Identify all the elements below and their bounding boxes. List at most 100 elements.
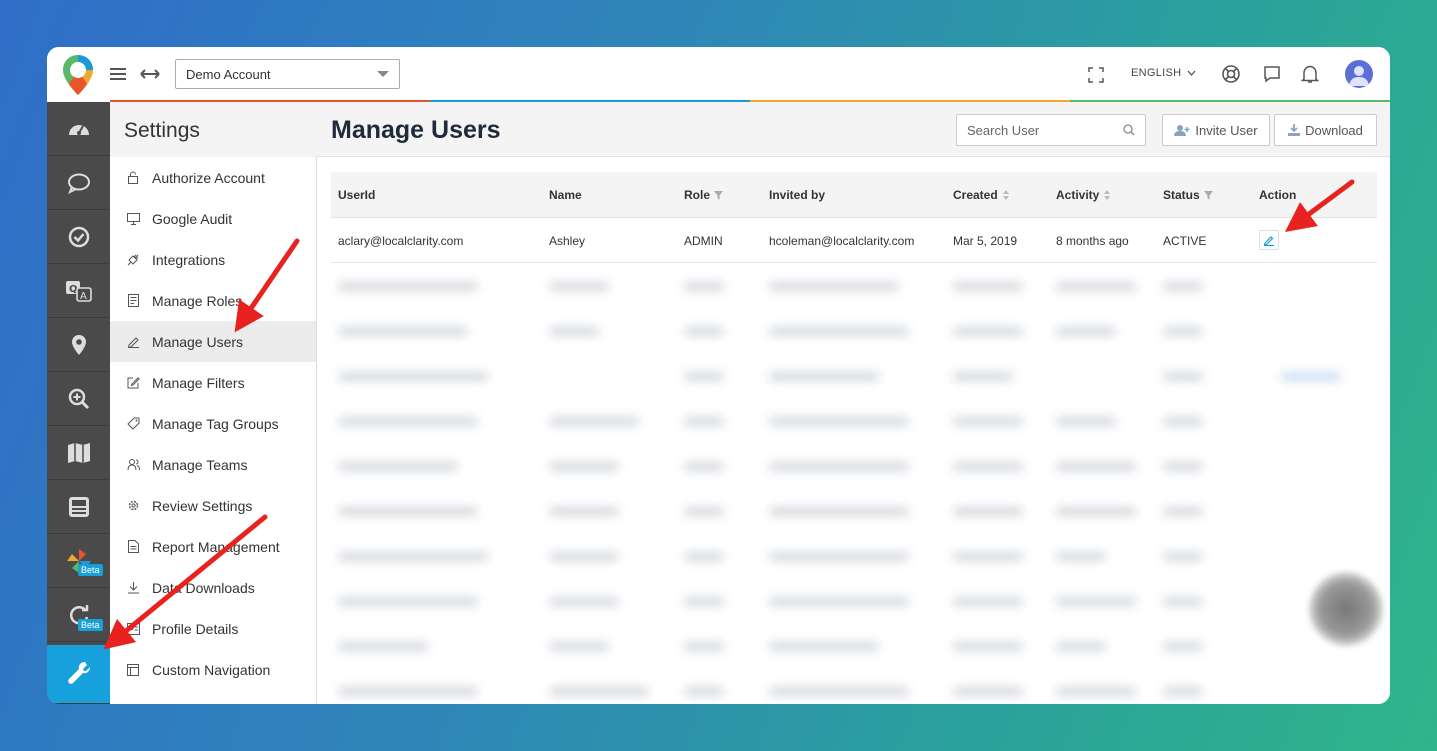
- window-icon: [126, 663, 140, 677]
- table-row: aclary@localclarity.com Ashley ADMIN hco…: [331, 218, 1377, 263]
- column-header-name[interactable]: Name: [549, 188, 582, 202]
- edit-user-button[interactable]: [1259, 230, 1279, 250]
- settings-menu: Settings Authorize Account Google Audit …: [110, 102, 317, 704]
- column-header-invited-by[interactable]: Invited by: [769, 188, 825, 202]
- blurred-row: [331, 579, 1377, 624]
- main-content: Manage Users Search User Invite User Dow…: [317, 102, 1390, 704]
- rail-pinwheel[interactable]: Beta: [47, 534, 110, 588]
- column-header-status[interactable]: Status: [1163, 188, 1213, 202]
- language-selector[interactable]: ENGLISH: [1131, 67, 1196, 79]
- settings-title: Settings: [124, 119, 200, 142]
- settings-item-google-audit[interactable]: Google Audit: [110, 198, 316, 239]
- add-user-icon: [1174, 124, 1190, 136]
- floating-chat-button[interactable]: [1309, 572, 1383, 646]
- search-input[interactable]: Search User: [956, 114, 1146, 146]
- top-bar: Demo Account ENGLISH: [47, 47, 1390, 103]
- settings-item-label: Manage Teams: [152, 456, 248, 473]
- blurred-row: [331, 399, 1377, 444]
- sort-icon[interactable]: [1103, 189, 1111, 201]
- rail-map[interactable]: [47, 426, 110, 480]
- check-circle-icon: [68, 226, 89, 247]
- team-icon: [126, 458, 140, 472]
- account-select[interactable]: Demo Account: [175, 59, 400, 89]
- rail-dashboard[interactable]: [47, 102, 110, 156]
- settings-item-review-settings[interactable]: Review Settings: [110, 485, 316, 526]
- blurred-row: [331, 264, 1377, 309]
- cell-name: Ashley: [549, 234, 586, 248]
- invite-user-button[interactable]: Invite User: [1162, 114, 1270, 146]
- settings-item-custom-navigation[interactable]: Custom Navigation: [110, 649, 316, 690]
- settings-item-manage-roles[interactable]: Manage Roles: [110, 280, 316, 321]
- rail-refresh[interactable]: Beta: [47, 588, 110, 642]
- settings-item-manage-teams[interactable]: Manage Teams: [110, 444, 316, 485]
- rail-settings[interactable]: [47, 645, 110, 704]
- settings-item-integrations[interactable]: Integrations: [110, 239, 316, 280]
- cell-role: ADMIN: [684, 234, 723, 248]
- hamburger-menu-icon[interactable]: [109, 65, 127, 83]
- settings-item-label: Manage Tag Groups: [152, 415, 279, 432]
- language-label: ENGLISH: [1131, 67, 1182, 79]
- cell-invited-by: hcoleman@localclarity.com: [769, 234, 915, 248]
- filter-icon[interactable]: [714, 190, 724, 200]
- rail-reviews[interactable]: [47, 156, 110, 210]
- chevron-down-icon: [377, 71, 389, 77]
- cell-userid: aclary@localclarity.com: [338, 234, 464, 248]
- lock-icon: [126, 171, 140, 185]
- rail-locations[interactable]: [47, 318, 110, 372]
- settings-item-profile-details[interactable]: Profile Details: [110, 608, 316, 649]
- column-header-userid[interactable]: UserId: [338, 188, 375, 202]
- blurred-row: [331, 354, 1377, 399]
- fullscreen-icon[interactable]: [1085, 64, 1107, 86]
- zoom-in-icon: [68, 388, 89, 409]
- bell-icon[interactable]: [1298, 62, 1322, 86]
- filter-icon[interactable]: [1203, 190, 1213, 200]
- invite-user-label: Invite User: [1195, 122, 1258, 138]
- rail-tasks[interactable]: [47, 210, 110, 264]
- plug-icon: [126, 253, 140, 267]
- document-list-icon: [126, 294, 140, 308]
- chevron-down-icon: [1187, 70, 1196, 76]
- settings-item-report-management[interactable]: Report Management: [110, 526, 316, 567]
- column-header-role[interactable]: Role: [684, 188, 724, 202]
- translate-icon: QA: [65, 280, 92, 302]
- settings-item-label: Manage Roles: [152, 292, 243, 309]
- map-icon: [67, 442, 90, 463]
- settings-item-label: Google Audit: [152, 210, 233, 227]
- settings-item-manage-filters[interactable]: Manage Filters: [110, 362, 316, 403]
- sort-icon[interactable]: [1002, 189, 1010, 201]
- blurred-row: [331, 669, 1377, 704]
- monitor-icon: [126, 212, 140, 226]
- rail-search[interactable]: [47, 372, 110, 426]
- settings-item-label: Report Management: [152, 538, 280, 555]
- wrench-icon: [67, 662, 90, 684]
- edit-box-icon: [126, 376, 140, 390]
- cell-status: ACTIVE: [1163, 234, 1207, 248]
- help-lifebuoy-icon[interactable]: [1219, 62, 1243, 86]
- settings-item-manage-users[interactable]: Manage Users: [110, 321, 316, 362]
- panels-icon: [68, 496, 89, 517]
- pencil-icon: [126, 335, 140, 349]
- rail-qa[interactable]: QA: [47, 264, 110, 318]
- cell-activity: 8 months ago: [1056, 234, 1129, 248]
- blurred-row: [331, 309, 1377, 354]
- column-header-activity[interactable]: Activity: [1056, 188, 1111, 202]
- download-button[interactable]: Download: [1274, 114, 1377, 146]
- svg-text:A: A: [80, 291, 87, 302]
- settings-item-data-downloads[interactable]: Data Downloads: [110, 567, 316, 608]
- rail-panels[interactable]: [47, 480, 110, 534]
- main-header: Manage Users Search User Invite User Dow…: [317, 102, 1390, 157]
- settings-item-label: Profile Details: [152, 620, 239, 637]
- location-pin-icon: [71, 334, 86, 355]
- settings-item-manage-tag-groups[interactable]: Manage Tag Groups: [110, 403, 316, 444]
- logo-icon[interactable]: [61, 53, 95, 97]
- blurred-row: [331, 444, 1377, 489]
- dashboard-gauge-icon: [68, 124, 89, 135]
- settings-item-authorize-account[interactable]: Authorize Account: [110, 157, 316, 198]
- messages-icon[interactable]: [1260, 62, 1284, 86]
- expand-horizontal-icon[interactable]: [139, 65, 161, 83]
- chat-bubble-icon: [67, 173, 90, 194]
- settings-item-label: Review Settings: [152, 497, 253, 514]
- avatar[interactable]: [1345, 60, 1373, 88]
- beta-badge: Beta: [78, 619, 103, 631]
- column-header-created[interactable]: Created: [953, 188, 1010, 202]
